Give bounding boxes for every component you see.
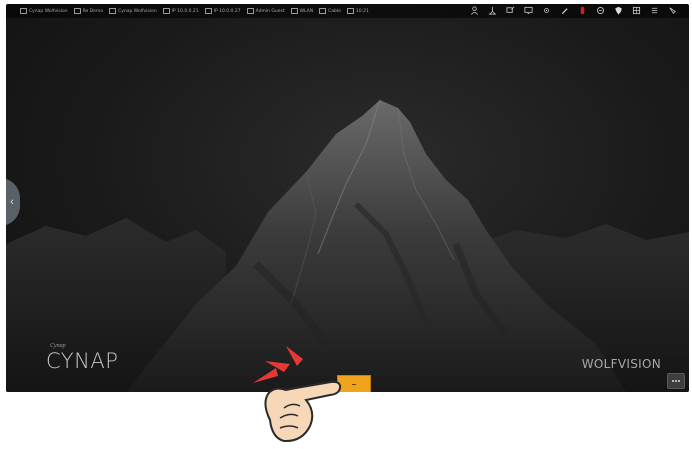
home-button[interactable] [337,375,371,392]
user-icon[interactable] [470,6,479,15]
record-icon[interactable] [578,6,587,15]
status-item: WLAN [290,8,314,14]
status-item-label: Cable [328,8,341,14]
cynap-logo: CYNAP [46,349,119,373]
dot-icon [678,380,680,382]
status-item-label: IP 10.0.0.27 [213,8,241,14]
dot-icon [672,380,674,382]
dot-icon [675,380,677,382]
list-icon[interactable] [650,6,659,15]
chevron-left-icon: ‹ [10,196,14,208]
status-item: IP 10.0.0.21 [162,8,199,14]
status-item-label: Admin Guest [255,8,285,14]
settings-icon[interactable] [542,6,551,15]
status-item-icon [204,8,212,14]
share-icon[interactable] [506,6,515,15]
menu-button[interactable] [667,373,685,389]
status-info: Cynap Wolfvision Re Demo Cynap Wolfvisio… [6,8,369,14]
status-item-icon [73,8,81,14]
status-item-icon [319,8,327,14]
monitor-icon[interactable] [524,6,533,15]
network-icon[interactable] [488,6,497,15]
status-item: Admin Guest [246,8,285,14]
mountain-background [6,99,689,392]
link-icon[interactable] [596,6,605,15]
status-item-label: Cynap Wolfvision [118,8,157,14]
status-item: Cynap Wolfvision [20,8,68,14]
status-item-icon [109,8,117,14]
status-item-label: WLAN [299,8,314,14]
status-item: Cynap Wolfvision [109,8,157,14]
status-item-icon [246,8,254,14]
shield-icon[interactable] [614,6,623,15]
toolbar-icons [470,6,677,15]
cynap-home-screen: Cynap Wolfvision Re Demo Cynap Wolfvisio… [6,4,689,392]
grid-icon[interactable] [632,6,641,15]
home-button-indicator [352,384,356,385]
status-item-label: IP 10.0.0.21 [171,8,199,14]
status-item-label: 10:21 [355,8,369,14]
status-item: 10:21 [346,8,369,14]
status-bar: Cynap Wolfvision Re Demo Cynap Wolfvisio… [6,4,689,18]
pen-icon[interactable] [560,6,569,15]
status-item: Cable [319,8,341,14]
status-item: Re Demo [73,8,104,14]
status-item-icon [290,8,298,14]
status-item-icon [162,8,170,14]
status-item-icon [346,8,354,14]
status-item-icon [20,8,27,14]
wolfvision-logo: WOLFVISION [581,357,661,371]
status-item-label: Re Demo [82,8,104,14]
status-item: IP 10.0.0.27 [204,8,241,14]
status-item-label: Cynap Wolfvision [29,8,68,14]
annotate-icon[interactable] [668,6,677,15]
